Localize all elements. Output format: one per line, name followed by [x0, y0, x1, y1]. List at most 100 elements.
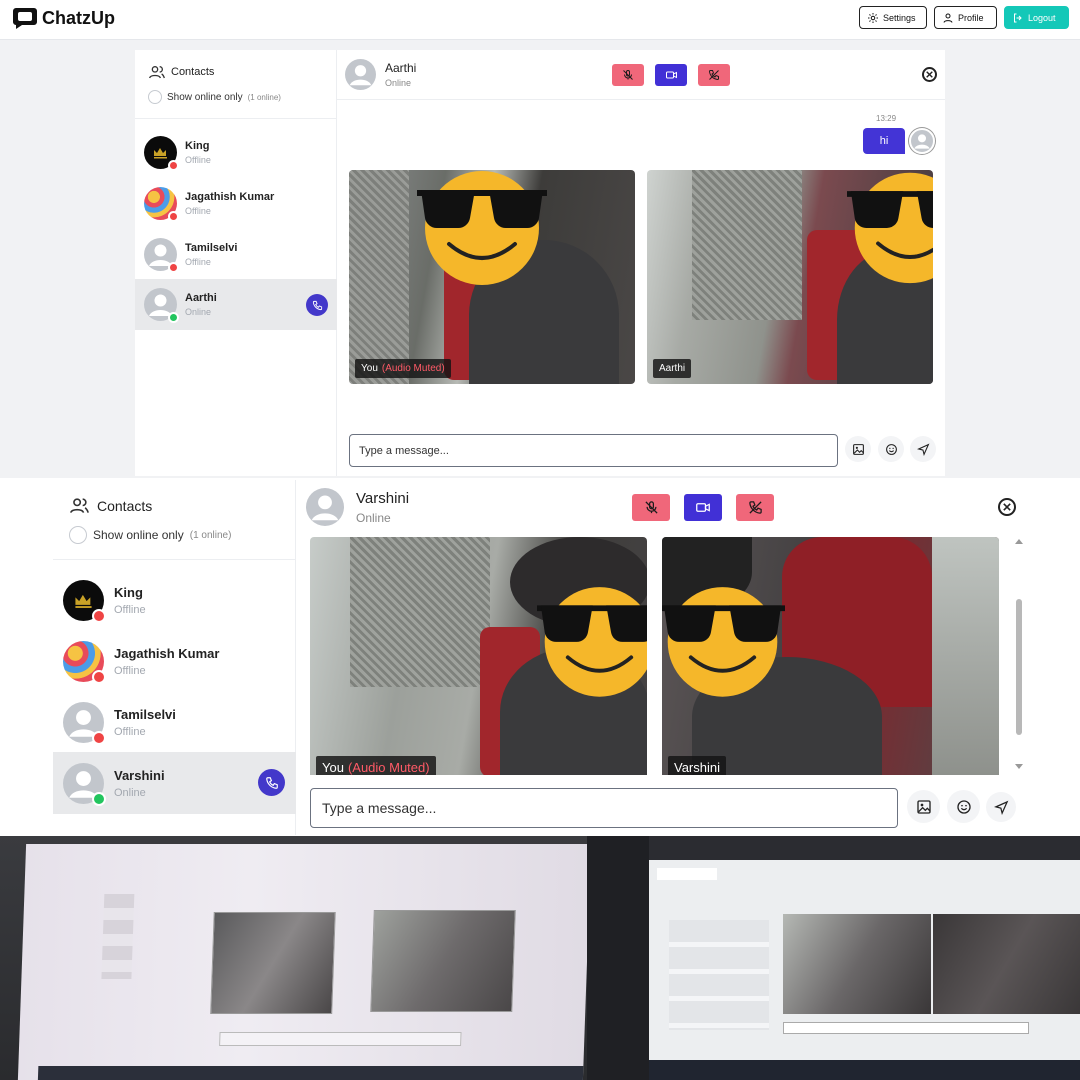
contact-name: King: [114, 584, 143, 600]
avatar: [144, 237, 179, 273]
contact-item-jagathish[interactable]: Jagathish Kumar Offline: [53, 631, 296, 691]
chat-contact-status: Online: [385, 78, 412, 88]
divider: [53, 559, 296, 560]
users-icon: [70, 498, 89, 514]
active-call-badge[interactable]: [306, 294, 328, 316]
divider: [337, 99, 945, 100]
avatar: [63, 762, 106, 806]
sunglasses-emoji-icon: [662, 587, 785, 697]
remote-video: Varshini: [662, 537, 999, 775]
chat-panel-top: Contacts Show online only (1 online) Kin…: [135, 50, 945, 476]
avatar: [306, 488, 344, 526]
attach-image-button[interactable]: [845, 436, 871, 462]
laptop-screen: [17, 844, 587, 1080]
scrollbar-thumb[interactable]: [1016, 599, 1022, 735]
show-online-checkbox[interactable]: [148, 90, 162, 104]
emoji-button[interactable]: [947, 790, 980, 823]
offline-status-dot: [168, 261, 179, 273]
send-button[interactable]: [910, 436, 936, 462]
phone-off-icon: [748, 501, 762, 514]
avatar: [345, 59, 376, 90]
mute-button[interactable]: [632, 494, 670, 521]
send-button[interactable]: [986, 792, 1016, 822]
contact-item-aarthi[interactable]: Aarthi Online: [135, 279, 337, 330]
photo-monitor-right: [587, 836, 1080, 1080]
contact-item-king[interactable]: King Offline: [53, 570, 296, 630]
contact-status: Offline: [185, 205, 211, 216]
users-icon: [149, 66, 165, 79]
show-online-checkbox[interactable]: [69, 526, 87, 544]
contact-status: Online: [185, 307, 212, 317]
chat-contact-name: Aarthi: [385, 61, 417, 75]
chat-header: Varshini Online: [306, 488, 409, 526]
mute-button[interactable]: [612, 64, 644, 86]
chat-contact-name: Varshini: [356, 489, 410, 507]
offline-status-dot: [92, 669, 106, 684]
audio-muted-label: (Audio Muted): [381, 363, 445, 374]
contact-name: Varshini: [114, 767, 165, 783]
video-toggle-button[interactable]: [684, 494, 722, 521]
end-call-button[interactable]: [736, 494, 774, 521]
close-chat-button[interactable]: [998, 498, 1016, 516]
scrollbar[interactable]: [1014, 537, 1024, 777]
contacts-sidebar: Contacts Show online only (1 online) Kin…: [135, 50, 337, 476]
contact-status: Offline: [114, 603, 146, 616]
show-online-label: Show online only: [93, 528, 184, 542]
close-chat-button[interactable]: [922, 67, 937, 82]
close-icon: [1003, 503, 1011, 511]
offline-status-dot: [92, 730, 106, 745]
curtain-pattern: [349, 170, 409, 384]
contact-item-tamilselvi[interactable]: Tamilselvi Offline: [135, 229, 337, 279]
scroll-down-arrow-icon[interactable]: [1014, 763, 1024, 771]
contact-item-varshini[interactable]: Varshini Online: [53, 752, 296, 814]
logout-label: Logout: [1028, 12, 1056, 23]
taskbar: [37, 1066, 584, 1080]
chat-header: Aarthi Online: [345, 59, 416, 90]
video-toggle-button[interactable]: [655, 64, 687, 86]
contact-item-king[interactable]: King Offline: [135, 127, 337, 177]
active-call-badge[interactable]: [258, 769, 285, 796]
profile-button[interactable]: Profile: [934, 6, 997, 29]
logout-icon: [1014, 13, 1022, 22]
phone-off-icon: [708, 70, 719, 81]
scroll-up-arrow-icon[interactable]: [1014, 537, 1024, 545]
contact-status: Offline: [185, 154, 211, 165]
show-online-toggle[interactable]: Show online only (1 online): [69, 526, 231, 544]
divider: [135, 118, 337, 119]
message-input[interactable]: Type a message...: [310, 788, 898, 828]
contact-item-jagathish[interactable]: Jagathish Kumar Offline: [135, 178, 337, 228]
taskbar: [649, 1060, 1080, 1080]
show-online-toggle[interactable]: Show online only (1 online): [148, 90, 281, 104]
close-icon: [926, 71, 933, 78]
message-time: 13:29: [876, 114, 897, 123]
phone-call-icon: [265, 776, 278, 789]
contacts-header: Contacts: [149, 65, 214, 79]
mic-off-icon: [644, 501, 658, 514]
emoji-button[interactable]: [878, 436, 904, 462]
offline-status-dot: [168, 159, 179, 171]
contact-name: Jagathish Kumar: [185, 190, 275, 203]
logout-button[interactable]: Logout: [1004, 6, 1069, 29]
brand-name: ChatzUp: [42, 7, 115, 28]
attach-image-button[interactable]: [907, 790, 940, 823]
online-status-dot: [92, 791, 106, 806]
brand[interactable]: ChatzUp: [12, 6, 115, 30]
video-thumbnail: [210, 912, 336, 1014]
offline-status-dot: [92, 608, 106, 623]
curtain-pattern: [692, 170, 802, 320]
contact-item-tamilselvi[interactable]: Tamilselvi Offline: [53, 692, 296, 752]
message-input-blur: [219, 1032, 462, 1046]
video-owner-label: You: [361, 363, 378, 374]
contacts-title: Contacts: [97, 497, 153, 514]
video-icon: [696, 503, 710, 512]
avatar: [909, 128, 935, 154]
wall-shape: [932, 537, 999, 775]
local-video-label: You (Audio Muted): [355, 359, 451, 378]
contact-list-blur: [669, 920, 769, 1030]
user-icon: [943, 13, 953, 23]
settings-button[interactable]: Settings: [859, 6, 927, 29]
end-call-button[interactable]: [698, 64, 730, 86]
video-owner-label: Varshini: [674, 760, 721, 775]
message-input[interactable]: Type a message...: [349, 434, 838, 467]
avatar: [144, 135, 179, 171]
